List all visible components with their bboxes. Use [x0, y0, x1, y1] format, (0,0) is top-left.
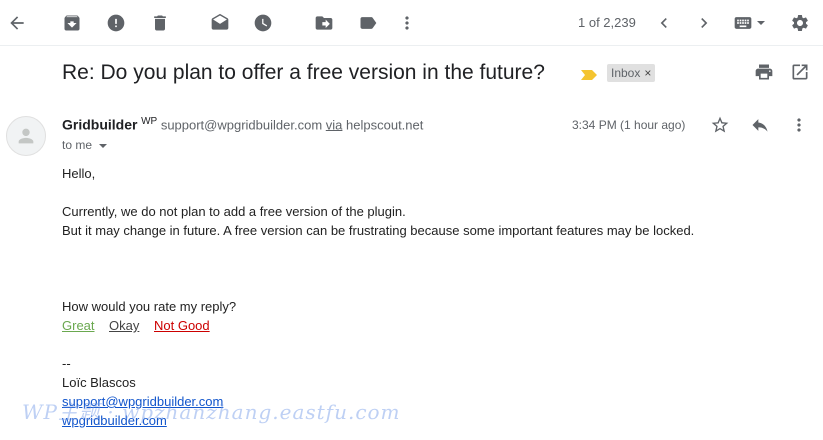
settings-icon[interactable]	[788, 11, 812, 35]
remove-label-icon[interactable]: ×	[644, 64, 651, 82]
via-link[interactable]: via	[326, 117, 343, 132]
mark-unread-icon[interactable]	[208, 11, 232, 35]
label-icon[interactable]	[356, 11, 380, 35]
toolbar: 1 of 2,239	[0, 0, 823, 46]
delete-icon[interactable]	[148, 11, 172, 35]
sender-badge: WP	[141, 116, 158, 127]
thread-subject: Re: Do you plan to offer a free version …	[62, 61, 545, 84]
body-line-2: But it may change in future. A free vers…	[62, 223, 695, 238]
star-icon[interactable]	[708, 113, 732, 137]
snooze-icon[interactable]	[251, 11, 275, 35]
rate-okay-link[interactable]: Okay	[109, 318, 139, 333]
signature-separator: --	[62, 356, 71, 371]
pager-count: 1 of 2,239	[578, 15, 636, 30]
print-icon[interactable]	[752, 60, 776, 84]
rate-great-link[interactable]: Great	[62, 318, 95, 333]
archive-icon[interactable]	[60, 11, 84, 35]
recipient-details[interactable]: to me	[62, 138, 108, 152]
recipient-label: to me	[62, 138, 93, 152]
back-arrow-icon[interactable]	[5, 11, 29, 35]
watermark: WP主题 · wpzhanzhang.eastfu.com	[22, 400, 401, 424]
rate-prompt: How would you rate my reply?	[62, 299, 237, 314]
keyboard-icon[interactable]	[731, 11, 767, 35]
signature-name: Loïc Blascos	[62, 375, 136, 390]
via-host: helpscout.net	[346, 117, 424, 133]
open-new-window-icon[interactable]	[788, 60, 812, 84]
more-vert-icon[interactable]	[395, 11, 419, 35]
rate-not-good-link[interactable]: Not Good	[154, 318, 210, 333]
chevron-left-icon[interactable]	[652, 11, 676, 35]
move-to-icon[interactable]	[312, 11, 336, 35]
reply-icon[interactable]	[748, 113, 772, 137]
sender-line: Gridbuilder WP support@wpgridbuilder.com…	[62, 116, 423, 132]
chevron-right-icon[interactable]	[692, 11, 716, 35]
subject-row: Re: Do you plan to offer a free version …	[0, 52, 823, 96]
sender-email: support@wpgridbuilder.com	[160, 117, 323, 133]
label-chip-text: Inbox	[611, 66, 641, 80]
chevron-down-icon[interactable]	[99, 143, 108, 148]
importance-marker-icon[interactable]	[581, 70, 597, 80]
avatar	[6, 116, 46, 156]
sender-name[interactable]: Gridbuilder	[62, 116, 137, 132]
message-time: 3:34 PM (1 hour ago)	[572, 118, 686, 132]
label-chip-inbox: Inbox ×	[607, 64, 656, 82]
message-more-icon[interactable]	[787, 113, 811, 137]
body-greeting: Hello,	[62, 166, 96, 181]
report-spam-icon[interactable]	[104, 11, 128, 35]
person-icon	[18, 128, 34, 144]
body-line-1: Currently, we do not plan to add a free …	[62, 204, 406, 219]
keyboard-caret-icon	[757, 21, 765, 25]
